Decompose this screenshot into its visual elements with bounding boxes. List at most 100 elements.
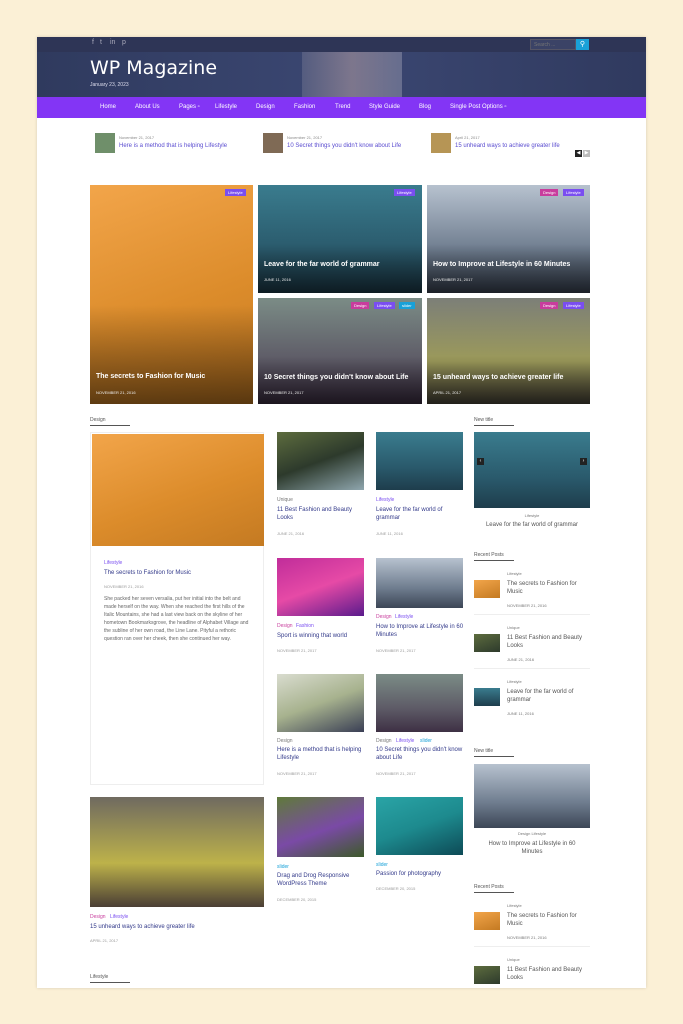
post-thumbnail[interactable] — [90, 797, 264, 907]
category-badge[interactable]: slider — [399, 302, 415, 309]
post-category[interactable]: slider — [420, 738, 432, 744]
recent-post-category[interactable]: Lifestyle — [507, 903, 522, 908]
ticker-title[interactable]: 15 unheard ways to achieve greater life — [455, 143, 560, 149]
recent-post-category[interactable]: Unique — [507, 625, 520, 630]
recent-post-thumbnail[interactable] — [474, 688, 500, 706]
post-thumbnail[interactable] — [277, 797, 364, 857]
ticker-next-icon[interactable]: ▶ — [583, 150, 590, 157]
nav-item-trend[interactable]: Trend — [335, 104, 350, 110]
featured-post[interactable]: Design Lifestyle 15 unheard ways to achi… — [427, 298, 590, 404]
recent-post-title[interactable]: 11 Best Fashion and Beauty Looks — [507, 966, 589, 982]
sidebar-slider-image[interactable] — [474, 432, 590, 508]
post-title[interactable]: 11 Best Fashion and Beauty Looks — [277, 506, 367, 522]
search-input[interactable] — [530, 39, 576, 50]
featured-post[interactable]: Design Lifestyle How to Improve at Lifes… — [427, 185, 590, 293]
post-thumbnail[interactable] — [277, 558, 364, 616]
post-title[interactable]: Sport is winning that world — [277, 632, 369, 640]
recent-post-category[interactable]: Unique — [507, 957, 520, 962]
ticker-title[interactable]: Here is a method that is helping Lifesty… — [119, 143, 227, 149]
nav-item-style-guide[interactable]: Style Guide — [369, 104, 400, 110]
post-title[interactable]: 10 Secret things you didn't know about L… — [376, 746, 466, 762]
ticker-item[interactable]: April 21, 2017 15 unheard ways to achiev… — [431, 133, 591, 155]
post-category[interactable]: Unique — [277, 497, 293, 503]
featured-title[interactable]: How to Improve at Lifestyle in 60 Minute… — [433, 261, 570, 268]
category-badge[interactable]: Lifestyle — [394, 189, 415, 196]
nav-item-home[interactable]: Home — [100, 104, 116, 110]
instagram-icon[interactable]: in — [110, 39, 115, 46]
category-badge[interactable]: Lifestyle — [225, 189, 246, 196]
post-category[interactable]: Lifestyle — [110, 914, 128, 920]
featured-post[interactable]: Lifestyle Leave for the far world of gra… — [258, 185, 422, 293]
nav-item-design[interactable]: Design — [256, 104, 275, 110]
slider-prev-icon[interactable]: ‹ — [477, 458, 484, 465]
post-category[interactable]: Design — [376, 614, 392, 620]
post-category[interactable]: Design — [277, 623, 293, 629]
recent-post-category[interactable]: Lifestyle — [507, 679, 522, 684]
category-badge[interactable]: Lifestyle — [563, 302, 584, 309]
post-category[interactable]: Lifestyle — [395, 614, 413, 620]
sidebar-slider-category[interactable]: Lifestyle — [474, 513, 590, 518]
featured-title[interactable]: Leave for the far world of grammar — [264, 261, 380, 268]
recent-post-thumbnail[interactable] — [474, 580, 500, 598]
post-thumbnail[interactable] — [92, 434, 264, 546]
post-category[interactable]: Lifestyle — [396, 738, 414, 744]
post-category[interactable]: Lifestyle — [104, 560, 122, 566]
post-thumbnail[interactable] — [376, 797, 463, 855]
twitter-icon[interactable]: t — [100, 39, 102, 46]
sidebar-slider-category[interactable]: Design Lifestyle — [474, 831, 590, 836]
recent-post-category[interactable]: Lifestyle — [507, 571, 522, 576]
recent-post-title[interactable]: Leave for the far world of grammar — [507, 688, 589, 704]
post-thumbnail[interactable] — [277, 674, 364, 732]
featured-title[interactable]: The secrets to Fashion for Music — [96, 373, 205, 380]
category-badge[interactable]: Lifestyle — [374, 302, 395, 309]
recent-post-title[interactable]: The secrets to Fashion for Music — [507, 580, 589, 596]
search-icon[interactable]: ⚲ — [576, 39, 589, 50]
pinterest-icon[interactable]: p — [122, 39, 126, 46]
post-thumbnail[interactable] — [277, 432, 364, 490]
ticker-title[interactable]: 10 Secret things you didn't know about L… — [287, 143, 401, 149]
nav-item-single-post-options[interactable]: Single Post Options ▫ — [450, 104, 507, 110]
recent-post-thumbnail[interactable] — [474, 634, 500, 652]
post-category[interactable]: Lifestyle — [376, 497, 394, 503]
post-title[interactable]: How to Improve at Lifestyle in 60 Minute… — [376, 623, 468, 639]
recent-post-title[interactable]: 11 Best Fashion and Beauty Looks — [507, 634, 589, 650]
category-badge[interactable]: Design — [351, 302, 370, 309]
nav-item-pages[interactable]: Pages ▫ — [179, 104, 200, 110]
ticker-item[interactable]: November 21, 2017 Here is a method that … — [95, 133, 260, 155]
ticker-item[interactable]: November 21, 2017 10 Secret things you d… — [263, 133, 428, 155]
recent-post-thumbnail[interactable] — [474, 912, 500, 930]
category-badge[interactable]: Design — [540, 302, 559, 309]
post-category[interactable]: Design — [277, 738, 293, 744]
post-thumbnail[interactable] — [376, 432, 463, 490]
featured-title[interactable]: 15 unheard ways to achieve greater life — [433, 374, 563, 381]
facebook-icon[interactable]: f — [92, 39, 94, 46]
nav-item-lifestyle[interactable]: Lifestyle — [215, 104, 237, 110]
sidebar-slider-image[interactable] — [474, 764, 590, 828]
post-title[interactable]: 15 unheard ways to achieve greater life — [90, 923, 260, 931]
post-category[interactable]: slider — [376, 862, 388, 868]
site-title[interactable]: WP Magazine — [90, 57, 217, 79]
post-title[interactable]: Leave for the far world of grammar — [376, 506, 466, 522]
post-title[interactable]: The secrets to Fashion for Music — [104, 569, 254, 577]
sidebar-slider-title[interactable]: How to Improve at Lifestyle in 60 Minute… — [479, 840, 585, 856]
post-thumbnail[interactable] — [376, 558, 463, 608]
post-category[interactable]: Fashion — [296, 623, 314, 629]
post-category[interactable]: Design — [90, 914, 106, 920]
post-title[interactable]: Here is a method that is helping Lifesty… — [277, 746, 367, 762]
nav-item-fashion[interactable]: Fashion — [294, 104, 315, 110]
post-thumbnail[interactable] — [376, 674, 463, 732]
featured-post[interactable]: Design Lifestyle slider 10 Secret things… — [258, 298, 422, 404]
featured-title[interactable]: 10 Secret things you didn't know about L… — [264, 374, 408, 381]
nav-item-about-us[interactable]: About Us — [135, 104, 160, 110]
recent-post-thumbnail[interactable] — [474, 966, 500, 984]
recent-post-title[interactable]: The secrets to Fashion for Music — [507, 912, 589, 928]
featured-post-large[interactable]: Lifestyle The secrets to Fashion for Mus… — [90, 185, 253, 404]
post-category[interactable]: Design — [376, 738, 392, 744]
slider-next-icon[interactable]: › — [580, 458, 587, 465]
post-category[interactable]: slider — [277, 864, 289, 870]
sidebar-slider-title[interactable]: Leave for the far world of grammar — [474, 521, 590, 529]
nav-item-blog[interactable]: Blog — [419, 104, 431, 110]
post-title[interactable]: Drag and Drog Responsive WordPress Theme — [277, 872, 369, 888]
category-badge[interactable]: Lifestyle — [563, 189, 584, 196]
post-title[interactable]: Passion for photography — [376, 870, 468, 878]
